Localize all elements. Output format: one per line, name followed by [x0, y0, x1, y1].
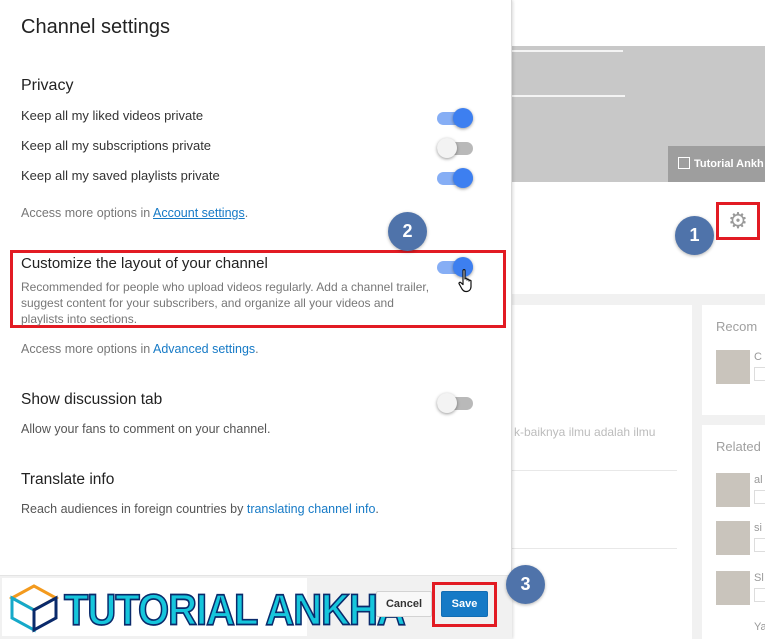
image-icon: [678, 157, 690, 169]
channel-name[interactable]: C: [754, 351, 762, 363]
discussion-tab-description: Allow your fans to comment on your chann…: [21, 422, 271, 436]
translate-prefix: Reach audiences in foreign countries by: [21, 502, 247, 516]
channel-thumbnail[interactable]: [716, 350, 750, 384]
translating-channel-info-link[interactable]: translating channel info: [247, 502, 376, 516]
translate-info-description: Reach audiences in foreign countries by …: [21, 502, 379, 516]
account-settings-note: Access more options in Account settings.: [21, 206, 248, 220]
subscribe-checkbox[interactable]: [754, 588, 765, 602]
discussion-tab-title: Show discussion tab: [21, 391, 163, 408]
save-button[interactable]: Save: [441, 591, 488, 617]
step-marker-3: 3: [506, 565, 545, 604]
related-title: Related: [716, 439, 761, 454]
channel-link-chip[interactable]: Tutorial Ankh: [668, 146, 765, 182]
channel-settings-dialog: Channel settings Privacy Keep all my lik…: [0, 0, 512, 639]
liked-videos-private-toggle[interactable]: [437, 107, 473, 129]
channel-link-label: Tutorial Ankh: [694, 158, 764, 170]
cube-logo-icon: [8, 584, 60, 633]
translate-info-title: Translate info: [21, 471, 115, 488]
logo-wordmark: TUTORIAL ANKHA: [63, 585, 406, 635]
step-marker-1: 1: [675, 216, 714, 255]
cancel-button[interactable]: Cancel: [376, 591, 432, 617]
hand-cursor-icon: [458, 269, 472, 293]
customize-layout-title: Customize the layout of your channel: [21, 255, 268, 272]
channel-name[interactable]: al: [754, 474, 763, 486]
channel-name[interactable]: si: [754, 522, 762, 534]
translate-suffix: .: [375, 502, 379, 516]
customize-layout-description: Recommended for people who upload videos…: [21, 280, 430, 326]
advanced-settings-link[interactable]: Advanced settings: [153, 342, 255, 356]
subscriptions-private-label: Keep all my subscriptions private: [21, 138, 212, 153]
privacy-section-title: Privacy: [21, 77, 74, 94]
discussion-tab-toggle[interactable]: [437, 392, 473, 414]
note-prefix: Access more options in: [21, 206, 154, 220]
tutorial-ankha-logo: TUTORIAL ANKHA: [2, 578, 407, 636]
note-suffix: .: [255, 342, 259, 356]
liked-videos-private-label: Keep all my liked videos private: [21, 108, 204, 123]
subscribe-checkbox[interactable]: [754, 367, 765, 381]
divider: [512, 470, 677, 471]
banner-line: [512, 95, 625, 97]
channel-thumbnail[interactable]: [716, 571, 750, 605]
note-suffix: .: [244, 206, 249, 220]
channel-name[interactable]: Ya: [754, 621, 765, 633]
advanced-settings-note: Access more options in Advanced settings…: [21, 342, 259, 356]
account-settings-link[interactable]: Account settings: [153, 206, 245, 220]
gear-icon[interactable]: ⚙: [716, 202, 760, 240]
divider: [512, 548, 677, 549]
subscribe-checkbox[interactable]: [754, 490, 765, 504]
recommended-title: Recom: [716, 319, 758, 334]
recommended-card: Recom C: [702, 305, 765, 415]
step-marker-2: 2: [388, 212, 427, 251]
dialog-title: Channel settings: [21, 16, 170, 38]
channel-thumbnail[interactable]: [716, 473, 750, 507]
about-snippet: k-baiknya ilmu adalah ilmu: [514, 425, 656, 439]
related-card: Related al si Sl Ya: [702, 425, 765, 639]
banner-line: [512, 50, 623, 52]
saved-playlists-private-label: Keep all my saved playlists private: [21, 168, 220, 183]
note-prefix: Access more options in: [21, 342, 154, 356]
subscriptions-private-toggle[interactable]: [437, 137, 473, 159]
subscribe-checkbox[interactable]: [754, 538, 765, 552]
channel-thumbnail[interactable]: [716, 521, 750, 555]
saved-playlists-private-toggle[interactable]: [437, 167, 473, 189]
channel-name[interactable]: Sl: [754, 572, 764, 584]
